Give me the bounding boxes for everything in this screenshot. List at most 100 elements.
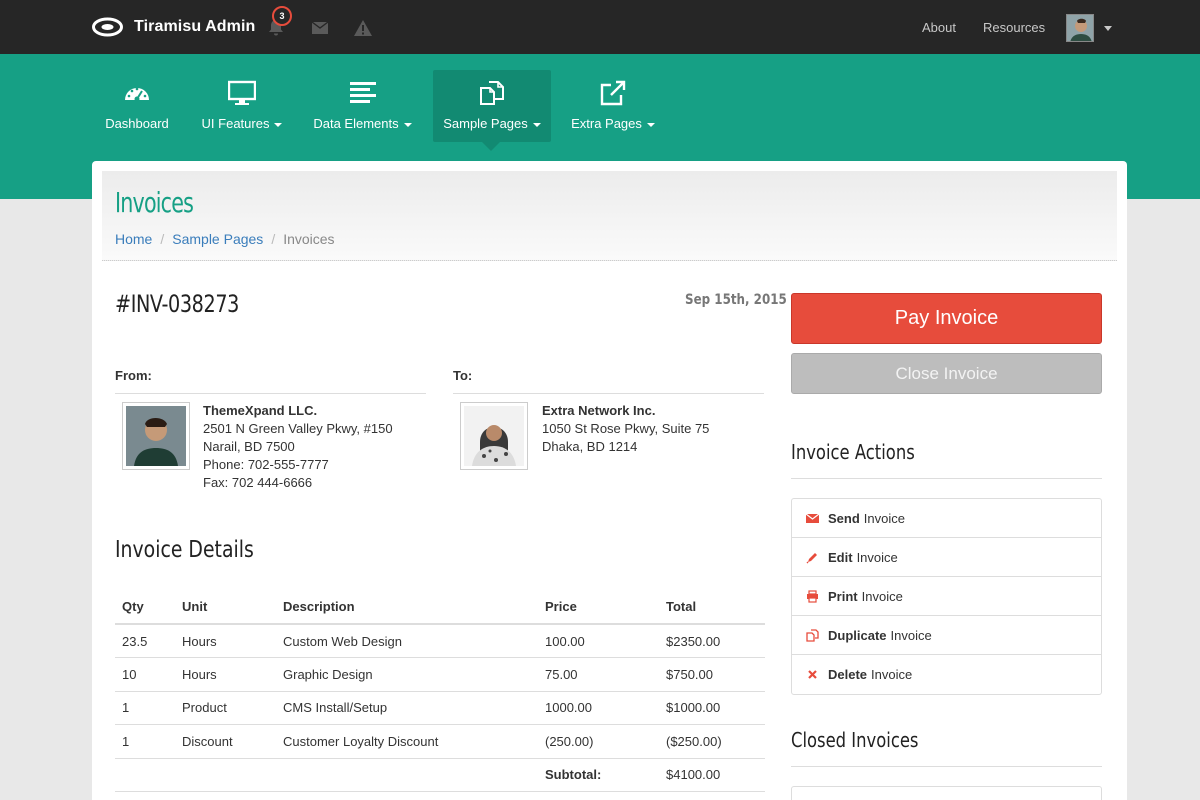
nav-ui-features[interactable]: UI Features — [194, 70, 290, 142]
invoice-number: #INV-038273 — [115, 290, 239, 318]
close-invoice-button[interactable]: Close Invoice — [791, 353, 1102, 394]
print-invoice-action[interactable]: Print Invoice — [792, 577, 1101, 616]
table-row: 10 Hours Graphic Design 75.00 $750.00 — [115, 657, 765, 692]
app-name: Tiramisu Admin — [134, 18, 256, 35]
nav-dashboard[interactable]: Dashboard — [92, 70, 182, 142]
resources-link[interactable]: Resources — [983, 20, 1045, 35]
nav-label: Data Elements — [305, 116, 420, 131]
sender-fax: Fax: 702 444-6666 — [203, 475, 313, 490]
caret-down-icon — [274, 122, 283, 127]
cell-total: ($250.00) — [659, 724, 765, 759]
align-left-icon — [349, 82, 376, 103]
sender-line2: Narail, BD 7500 — [203, 439, 295, 454]
nav-sample-pages[interactable]: Sample Pages — [433, 70, 551, 142]
copy-icon — [806, 628, 819, 642]
breadcrumb-separator: / — [160, 231, 165, 247]
column-header-total: Total — [659, 590, 765, 625]
subtotal-label: Subtotal: — [538, 758, 659, 792]
recipient-line2: Dhaka, BD 1214 — [542, 439, 638, 454]
nav-label: Sample Pages — [433, 116, 551, 131]
subtotal-row: Subtotal: $4100.00 — [115, 758, 765, 792]
dashboard-icon — [125, 87, 149, 102]
invoice-actions-title: Invoice Actions — [791, 440, 915, 464]
envelope-icon — [806, 513, 819, 523]
closed-invoices-list — [791, 786, 1102, 800]
divider — [791, 478, 1102, 479]
recipient-line1: 1050 St Rose Pkwy, Suite 75 — [542, 421, 710, 436]
table-header-row: Qty Unit Description Price Total — [115, 590, 765, 625]
to-label: To: — [453, 368, 473, 383]
envelope-icon[interactable] — [310, 18, 330, 38]
column-header-qty: Qty — [115, 590, 175, 625]
sender-name: ThemeXpand LLC. — [203, 403, 318, 418]
subtotal-value: $4100.00 — [659, 758, 765, 792]
breadcrumb-current: Invoices — [283, 231, 335, 247]
cell-unit: Hours — [175, 657, 276, 692]
caret-down-icon — [403, 122, 412, 127]
pay-invoice-button[interactable]: Pay Invoice — [791, 293, 1102, 344]
action-rest: Invoice — [856, 549, 898, 565]
cell-empty — [115, 758, 175, 792]
delete-invoice-action[interactable]: Delete Invoice — [792, 655, 1101, 694]
recipient-portrait — [464, 406, 524, 466]
cell-unit: Product — [175, 691, 276, 725]
invoice-details-title: Invoice Details — [115, 537, 254, 563]
send-invoice-action[interactable]: Send Invoice — [792, 499, 1101, 538]
cell-unit: Discount — [175, 724, 276, 759]
breadcrumb-separator: / — [271, 231, 276, 247]
cell-price: 75.00 — [538, 657, 659, 692]
divider — [791, 766, 1102, 767]
cell-empty — [276, 758, 538, 792]
cell-qty: 1 — [115, 691, 175, 725]
active-nav-pointer — [482, 142, 500, 151]
user-menu-caret[interactable] — [1104, 26, 1112, 31]
divider — [453, 393, 764, 394]
column-header-unit: Unit — [175, 590, 276, 625]
action-rest: Invoice — [863, 510, 905, 526]
cell-total: $2350.00 — [659, 624, 765, 658]
breadcrumb-home[interactable]: Home — [115, 231, 152, 247]
caret-down-icon — [532, 122, 541, 127]
nav-label-text: Sample Pages — [443, 116, 528, 131]
action-rest: Invoice — [861, 588, 903, 604]
closed-invoices-title: Closed Invoices — [791, 728, 919, 752]
nav-extra-pages[interactable]: Extra Pages — [564, 70, 662, 142]
recipient-address: Extra Network Inc. 1050 St Rose Pkwy, Su… — [542, 402, 709, 456]
breadcrumb-sample-pages[interactable]: Sample Pages — [172, 231, 263, 247]
action-verb: Print — [828, 588, 858, 604]
sender-line1: 2501 N Green Valley Pkwy, #150 — [203, 421, 393, 436]
brand-logo[interactable]: Tiramisu Admin — [92, 17, 255, 37]
logo-icon — [92, 17, 123, 37]
nav-label-text: Extra Pages — [571, 116, 642, 131]
action-verb: Send — [828, 510, 860, 526]
cell-price: 100.00 — [538, 624, 659, 658]
monitor-icon — [228, 80, 256, 105]
cell-qty: 10 — [115, 657, 175, 692]
nav-data-elements[interactable]: Data Elements — [305, 70, 420, 142]
divider — [115, 393, 426, 394]
cell-description: CMS Install/Setup — [276, 691, 538, 725]
recipient-photo — [460, 402, 528, 470]
cell-qty: 1 — [115, 724, 175, 759]
copy-icon — [480, 81, 504, 105]
warning-icon[interactable] — [353, 18, 373, 38]
about-link[interactable]: About — [922, 20, 956, 35]
cell-unit: Hours — [175, 624, 276, 658]
sender-photo — [122, 402, 190, 470]
user-avatar[interactable] — [1066, 14, 1094, 42]
edit-invoice-action[interactable]: Edit Invoice — [792, 538, 1101, 577]
duplicate-invoice-action[interactable]: Duplicate Invoice — [792, 616, 1101, 655]
table-row: 23.5 Hours Custom Web Design 100.00 $235… — [115, 624, 765, 658]
notification-badge: 3 — [272, 6, 292, 26]
nav-label: Dashboard — [105, 116, 169, 131]
column-header-price: Price — [538, 590, 659, 625]
cell-description: Custom Web Design — [276, 624, 538, 658]
user-photo — [1067, 15, 1093, 41]
cell-total: $750.00 — [659, 657, 765, 692]
print-icon — [807, 589, 818, 603]
action-verb: Edit — [828, 549, 853, 565]
from-label: From: — [115, 368, 152, 383]
cell-description: Customer Loyalty Discount — [276, 724, 538, 759]
times-icon — [808, 670, 817, 679]
top-bar: Tiramisu Admin 3 About Resources — [0, 0, 1200, 54]
